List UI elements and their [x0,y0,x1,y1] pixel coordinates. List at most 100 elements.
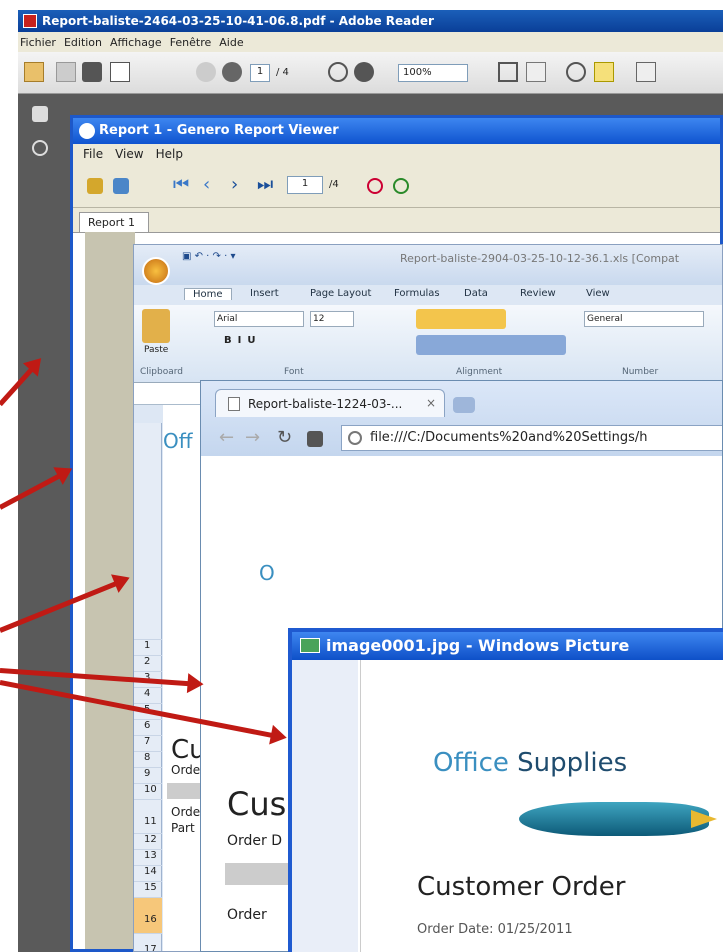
menu-aide[interactable]: Aide [217,36,245,49]
font-size-select[interactable]: 12 [310,311,354,327]
address-bar[interactable]: file:///C:/Documents%20and%20Settings/h [341,425,722,451]
attachment-icon[interactable] [32,140,48,156]
email-icon[interactable] [110,62,130,82]
page-logo-text: O [259,561,275,585]
chrome-tab-title: Report-baliste-1224-03-... [248,397,403,411]
group-clipboard: Clipboard [140,367,183,377]
previous-page-icon[interactable] [196,62,216,82]
row-header[interactable]: 1 [134,639,162,651]
page-heading: Cus [227,785,287,823]
office-button-icon[interactable] [142,257,170,285]
menu-view[interactable]: View [115,147,143,161]
sheet-cell: Orde [171,805,201,819]
print-icon[interactable] [113,178,129,194]
chrome-tab[interactable]: Report-baliste-1224-03-... × [215,389,445,417]
quick-access-icons[interactable]: ▣ ↶ · ↷ · ▾ [182,251,235,262]
genero-menu-bar: File View Help [73,144,720,164]
alignment-icons[interactable] [416,309,506,329]
tab-insert[interactable]: Insert [250,288,279,299]
zoom-in-icon[interactable] [393,178,409,194]
adobe-title-bar[interactable]: Report-baliste-2464-03-25-10-41-06.8.pdf… [18,10,723,32]
row-header[interactable]: 7 [134,735,162,747]
zoom-in-icon[interactable] [354,62,374,82]
menu-file[interactable]: File [83,147,103,161]
page-number-input[interactable]: 1 [250,64,270,82]
sheet-cell: Part [171,821,195,835]
new-tab-button[interactable] [453,397,475,413]
zoom-out-icon[interactable] [367,178,383,194]
number-format-select[interactable]: General [584,311,704,327]
row-header[interactable]: 11 [134,799,162,833]
picture-viewer-window: image0001.jpg - Windows Picture Office S… [288,628,723,952]
viewer-margin [292,660,358,952]
tab-view[interactable]: View [586,288,610,299]
genero-page-count: /4 [329,179,339,190]
back-icon[interactable]: ← [219,427,234,448]
next-page-icon[interactable] [222,62,242,82]
page-text: Order [227,907,267,923]
font-name-select[interactable]: Arial [214,311,304,327]
genero-page-input[interactable]: 1 [287,176,323,194]
zoom-select[interactable]: 100% [398,64,468,82]
home-icon[interactable] [307,431,323,447]
menu-fenetre[interactable]: Fenêtre [168,36,214,49]
row-header[interactable]: 2 [134,655,162,667]
forward-icon[interactable]: → [245,427,260,448]
row-header[interactable]: 8 [134,751,162,763]
fullscreen-icon[interactable] [636,62,656,82]
reload-icon[interactable]: ↻ [277,427,292,448]
viewer-title-bar[interactable]: image0001.jpg - Windows Picture [292,632,723,660]
close-tab-icon[interactable]: × [426,396,436,410]
page-info-icon[interactable] [348,431,362,445]
tab-data[interactable]: Data [464,288,488,299]
tab-report-1[interactable]: Report 1 [79,212,149,232]
prev-page-icon[interactable]: ‹ [203,174,210,195]
print-icon[interactable] [82,62,102,82]
viewer-title: image0001.jpg - Windows Picture [326,636,630,655]
pages-icon[interactable] [32,106,48,122]
zoom-out-icon[interactable] [328,62,348,82]
fit-width-icon[interactable] [526,62,546,82]
create-pdf-icon[interactable] [24,62,44,82]
tab-review[interactable]: Review [520,288,556,299]
genero-title-bar[interactable]: Report 1 - Genero Report Viewer [73,118,720,144]
row-header[interactable]: 13 [134,849,162,861]
paste-icon[interactable] [142,309,170,343]
tab-page-layout[interactable]: Page Layout [310,288,371,299]
open-icon[interactable] [87,178,103,194]
viewer-image: Office Supplies Customer Order Order Dat… [360,660,723,952]
genero-toolbar: ⏮ ‹ › ⏭ 1 /4 [73,164,720,208]
row-header[interactable]: 16 [134,897,162,933]
menu-help[interactable]: Help [156,147,183,161]
indent-icons[interactable] [416,335,566,355]
menu-fichier[interactable]: Fichier [18,36,58,49]
row-header[interactable]: 9 [134,767,162,779]
row-header[interactable]: 10 [134,783,162,795]
menu-edition[interactable]: Edition [62,36,104,49]
genero-app-icon [79,123,95,139]
tab-home[interactable]: Home [184,288,232,300]
tab-formulas[interactable]: Formulas [394,288,440,299]
adobe-toolbar: 1 / 4 100% [18,52,723,94]
order-date: Order Date: 01/25/2011 [417,922,573,937]
row-header[interactable]: 15 [134,881,162,893]
menu-affichage[interactable]: Affichage [108,36,164,49]
save-icon[interactable] [56,62,76,82]
highlight-icon[interactable] [594,62,614,82]
first-page-icon[interactable]: ⏮ [173,174,189,195]
row-header[interactable]: 12 [134,833,162,845]
comment-icon[interactable] [566,62,586,82]
row-header[interactable]: 4 [134,687,162,699]
last-page-icon[interactable]: ⏭ [257,174,273,195]
next-page-icon[interactable]: › [231,174,238,195]
font-format-icons[interactable]: BIU [224,335,261,346]
adobe-title: Report-baliste-2464-03-25-10-41-06.8.pdf… [42,14,434,28]
page-count: / 4 [276,67,289,78]
page-icon [228,397,240,411]
address-text: file:///C:/Documents%20and%20Settings/h [370,430,648,445]
row-header[interactable]: 6 [134,719,162,731]
row-header[interactable]: 14 [134,865,162,877]
fit-page-icon[interactable] [498,62,518,82]
row-header[interactable]: 17 [134,933,162,951]
excel-title-bar: ▣ ↶ · ↷ · ▾ Report-baliste-2904-03-25-10… [134,245,722,285]
